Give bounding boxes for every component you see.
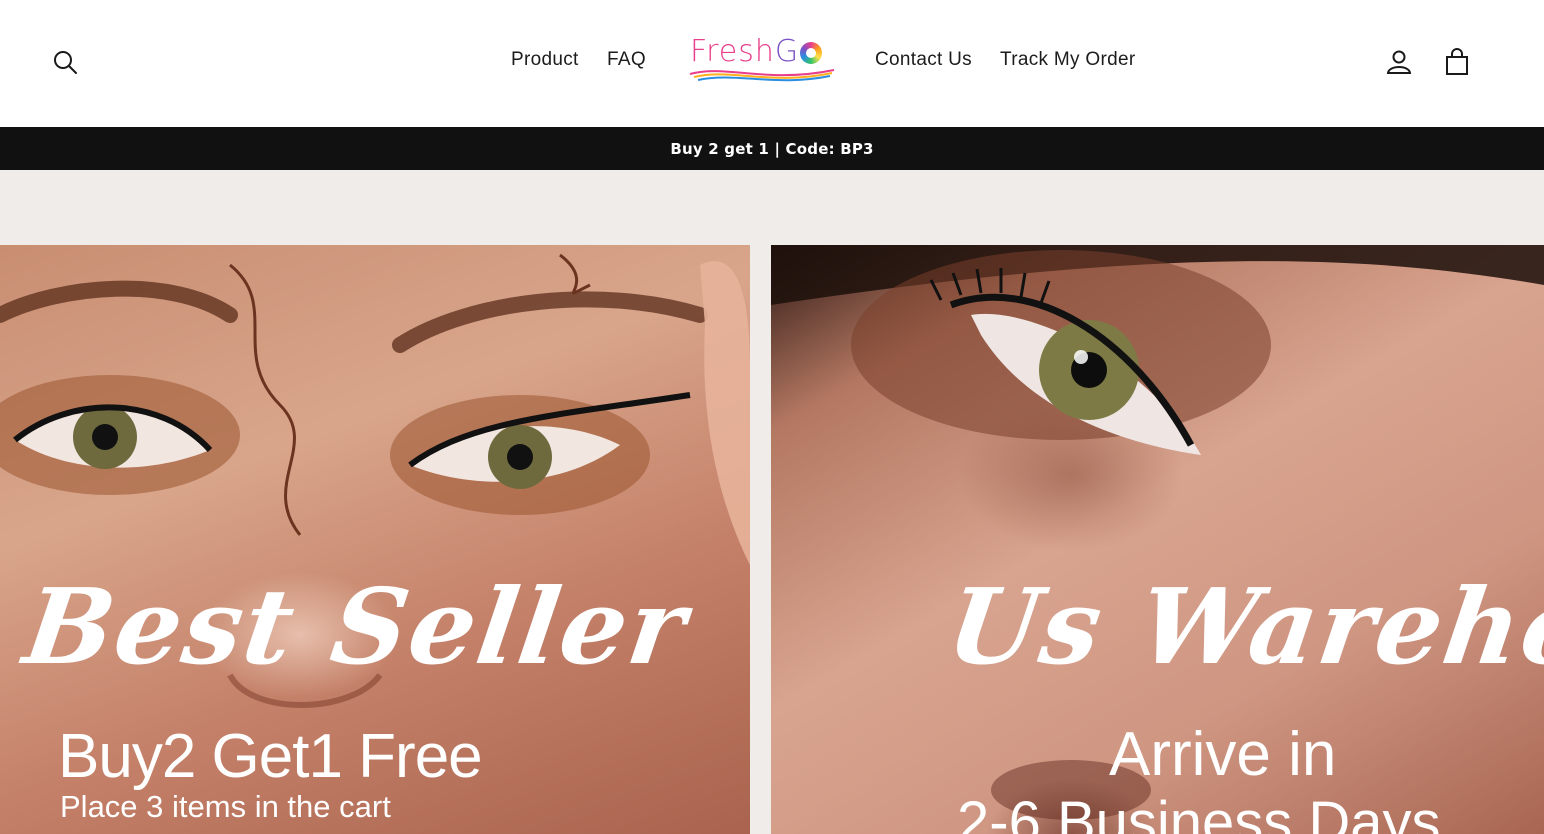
logo-lens-icon	[800, 42, 822, 64]
promo-best-seller[interactable]: Best Seller Buy2 Get1 Free Place 3 items…	[0, 245, 750, 834]
logo-swoosh	[689, 69, 835, 82]
nav-faq[interactable]: FAQ	[607, 49, 646, 71]
user-icon[interactable]	[1385, 48, 1413, 76]
promo-instruction: Place 3 items in the cart	[60, 789, 391, 824]
announcement-bar: Buy 2 get 1 | Code: BP3	[0, 127, 1544, 170]
promo-arrival: Arrive in	[1109, 720, 1337, 789]
promo-title: Us Warehouse	[940, 565, 1544, 688]
promo-delivery-time: 2-6 Business Days	[957, 790, 1441, 834]
logo[interactable]: FreshGo	[686, 32, 838, 88]
announcement-text: Buy 2 get 1 | Code: BP3	[670, 139, 874, 158]
site-header: Product FAQ FreshGo Contact Us Track My …	[0, 0, 1544, 127]
nav-product[interactable]: Product	[511, 49, 579, 71]
promo-title: Best Seller	[17, 565, 695, 688]
nav-contact-us[interactable]: Contact Us	[875, 49, 972, 71]
nav-track-my-order[interactable]: Track My Order	[1000, 49, 1135, 71]
promo-offer: Buy2 Get1 Free	[58, 722, 483, 791]
promo-us-warehouse[interactable]: Us Warehouse Arrive in 2-6 Business Days	[771, 245, 1544, 834]
search-icon[interactable]	[51, 48, 79, 76]
cart-icon[interactable]	[1443, 48, 1471, 76]
